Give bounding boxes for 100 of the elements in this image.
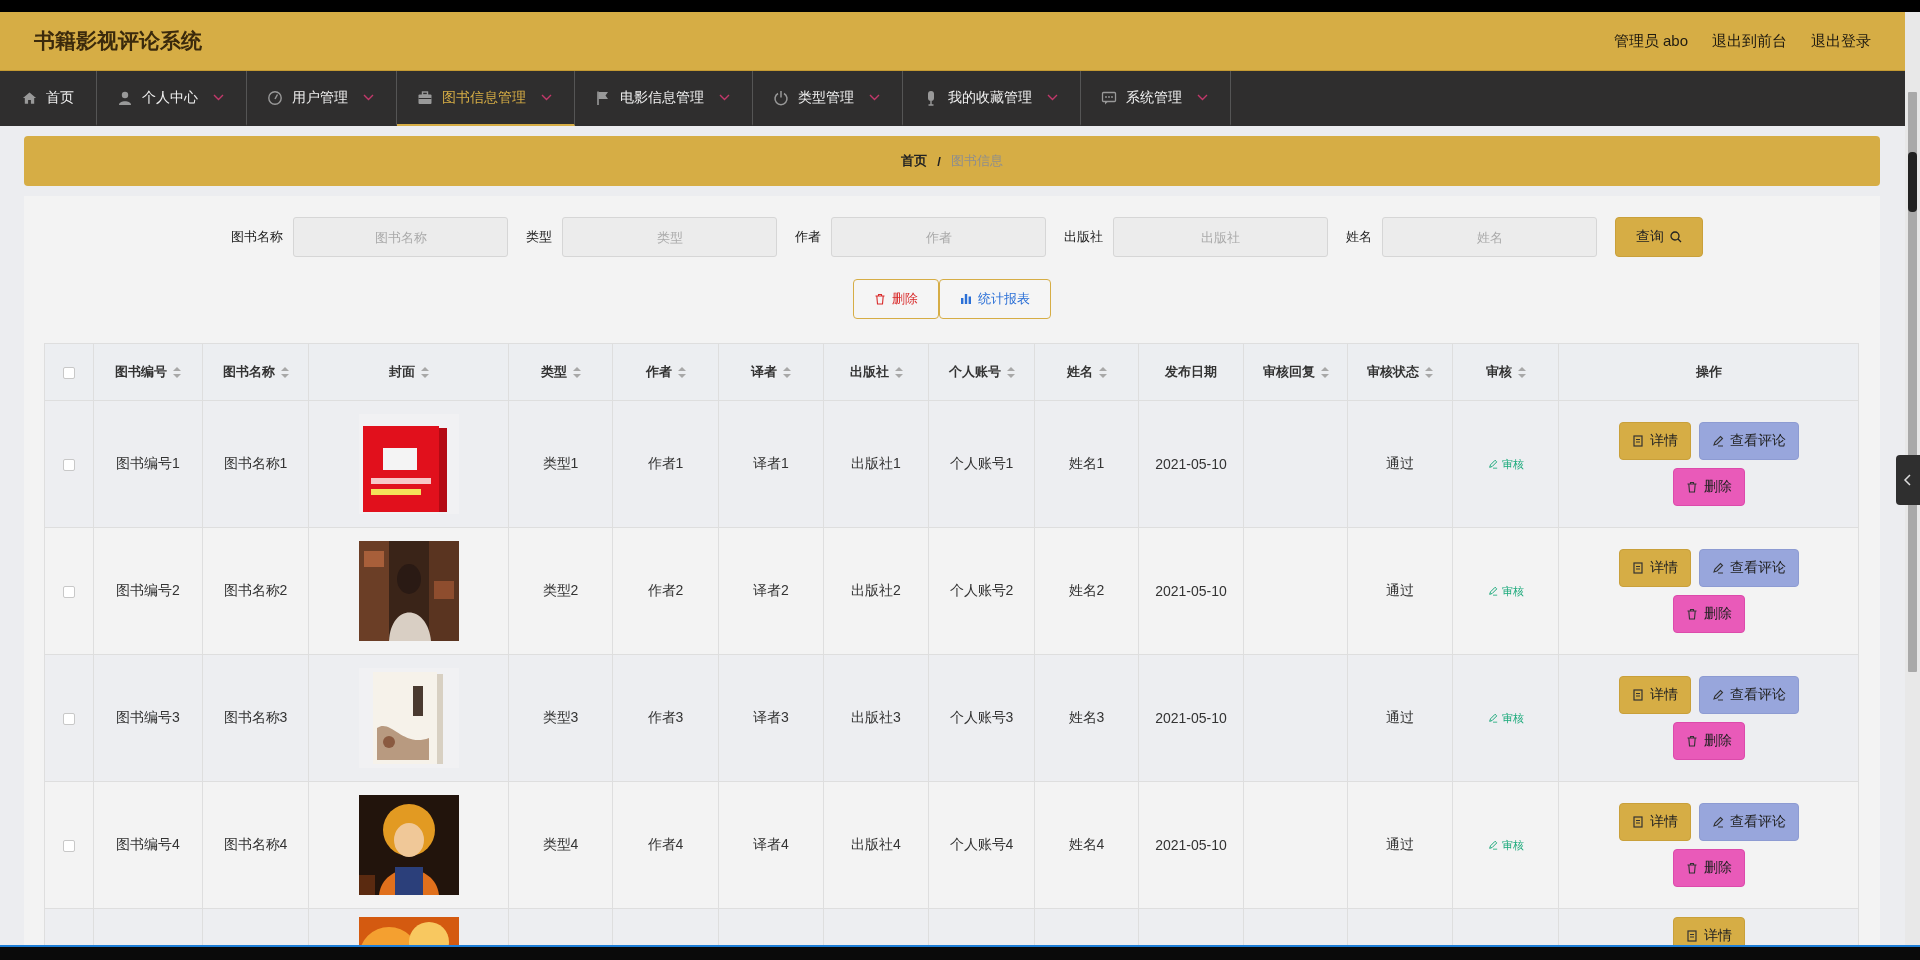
- search-button[interactable]: 查询: [1615, 217, 1703, 257]
- search-field[interactable]: 姓名: [1382, 217, 1597, 257]
- pencil-icon: [1711, 435, 1724, 447]
- delete-button[interactable]: 删除: [1672, 595, 1745, 633]
- scrollbar[interactable]: [1905, 12, 1920, 945]
- gauge-icon: [267, 89, 283, 106]
- table-cell: 译者1: [718, 400, 824, 528]
- checkbox[interactable]: [63, 459, 75, 472]
- pencil-icon: [1487, 459, 1498, 469]
- comments-button[interactable]: 查看评论: [1698, 549, 1799, 587]
- document-icon: [1685, 930, 1698, 942]
- column-header: 译者: [718, 343, 824, 401]
- checkbox[interactable]: [63, 713, 75, 726]
- breadcrumb-separator: /: [937, 153, 941, 169]
- app-title: 书籍影视评论系统: [34, 28, 203, 54]
- detail-button[interactable]: 详情: [1672, 917, 1745, 945]
- column-header: 封面: [308, 343, 509, 401]
- table-cell: 通过: [1347, 527, 1453, 655]
- nav-item[interactable]: 首页: [0, 71, 97, 126]
- table-cell: 通过: [1347, 400, 1453, 528]
- search-field[interactable]: 图书名称: [293, 217, 508, 257]
- checkbox[interactable]: [63, 586, 75, 599]
- report-button[interactable]: 统计报表: [939, 279, 1051, 319]
- table-cell: 类型4: [508, 781, 613, 909]
- table-cell: 类型1: [508, 400, 613, 528]
- search-field[interactable]: 作者: [831, 217, 1046, 257]
- nav-item[interactable]: 我的收藏管理: [903, 71, 1081, 126]
- table-cell: 图书编号3: [93, 654, 203, 782]
- table-cell: 图书名称1: [202, 400, 309, 528]
- nav-item[interactable]: 类型管理: [753, 71, 903, 126]
- trash-icon: [874, 293, 886, 305]
- table-cell: 图书名称4: [202, 781, 309, 909]
- document-icon: [1631, 435, 1644, 447]
- header-link[interactable]: 退出到前台: [1712, 31, 1787, 51]
- nav-item[interactable]: 图书信息管理: [397, 71, 575, 126]
- checkbox[interactable]: [63, 367, 75, 380]
- detail-button[interactable]: 详情: [1618, 803, 1691, 841]
- delete-button[interactable]: 删除: [1672, 849, 1745, 887]
- document-icon: [1631, 562, 1644, 574]
- field-label: 图书名称: [231, 228, 283, 246]
- detail-button[interactable]: 详情: [1618, 549, 1691, 587]
- column-header: 出版社: [823, 343, 929, 401]
- header-link[interactable]: 退出登录: [1811, 31, 1871, 51]
- comments-button[interactable]: 查看评论: [1698, 422, 1799, 460]
- table-cell: 图书名称3: [202, 654, 309, 782]
- field-label: 出版社: [1064, 228, 1103, 246]
- pencil-icon: [1487, 586, 1498, 596]
- search-icon: [1670, 231, 1682, 243]
- table-cell: 作者2: [612, 527, 719, 655]
- nav-item[interactable]: 系统管理: [1081, 71, 1231, 126]
- pencil-icon: [1487, 713, 1498, 723]
- document-icon: [1631, 816, 1644, 828]
- table-cell: 图书编号4: [93, 781, 203, 909]
- trash-icon: [1685, 608, 1698, 620]
- table-cell: 姓名4: [1034, 781, 1139, 909]
- home-icon: [22, 89, 37, 106]
- breadcrumb-link[interactable]: 首页: [901, 152, 928, 170]
- table-cell: 通过: [1347, 654, 1453, 782]
- collapse-tab[interactable]: [1896, 455, 1920, 505]
- table-cell: 2021-05-10: [1138, 781, 1244, 909]
- column-header: 图书名称: [202, 343, 309, 401]
- nav-item[interactable]: 个人中心: [97, 71, 247, 126]
- table-cell: 个人账号3: [928, 654, 1035, 782]
- trash-icon: [1685, 862, 1698, 874]
- table-cell: 作者4: [612, 781, 719, 909]
- table-cell: 个人账号2: [928, 527, 1035, 655]
- nav-item[interactable]: 电影信息管理: [575, 71, 753, 126]
- table-cell: 个人账号1: [928, 400, 1035, 528]
- column-header: 姓名: [1034, 343, 1139, 401]
- delete-button[interactable]: 删除: [1672, 468, 1745, 506]
- detail-button[interactable]: 详情: [1618, 422, 1691, 460]
- table-cell: 类型2: [508, 527, 613, 655]
- table-cell: 作者1: [612, 400, 719, 528]
- comments-button[interactable]: 查看评论: [1698, 676, 1799, 714]
- nav-item[interactable]: 用户管理: [247, 71, 397, 126]
- delete-button[interactable]: 删除: [853, 279, 939, 319]
- briefcase-icon: [417, 89, 433, 106]
- field-label: 姓名: [1346, 228, 1372, 246]
- delete-button[interactable]: 删除: [1672, 722, 1745, 760]
- comments-button[interactable]: 查看评论: [1698, 803, 1799, 841]
- chat-icon: [1101, 89, 1117, 106]
- detail-button[interactable]: 详情: [1618, 676, 1691, 714]
- table-cell: 2021-05-10: [1138, 527, 1244, 655]
- table-cell: 译者4: [718, 781, 824, 909]
- search-field[interactable]: 出版社: [1113, 217, 1328, 257]
- table-cell: 图书名称2: [202, 527, 309, 655]
- admin-label: 管理员 abo: [1613, 31, 1688, 51]
- table-cell: 图书编号2: [93, 527, 203, 655]
- table-cell: 译者3: [718, 654, 824, 782]
- search-field[interactable]: 类型: [562, 217, 777, 257]
- checkbox[interactable]: [63, 840, 75, 853]
- column-header: 类型: [508, 343, 613, 401]
- pencil-icon: [1711, 562, 1724, 574]
- column-header: 作者: [612, 343, 719, 401]
- trash-icon: [1685, 735, 1698, 747]
- table-cell: 姓名3: [1034, 654, 1139, 782]
- column-header: 审核: [1452, 343, 1559, 401]
- pencil-icon: [1711, 689, 1724, 701]
- flag-icon: [595, 89, 611, 106]
- column-header: 审核回复: [1243, 343, 1348, 401]
